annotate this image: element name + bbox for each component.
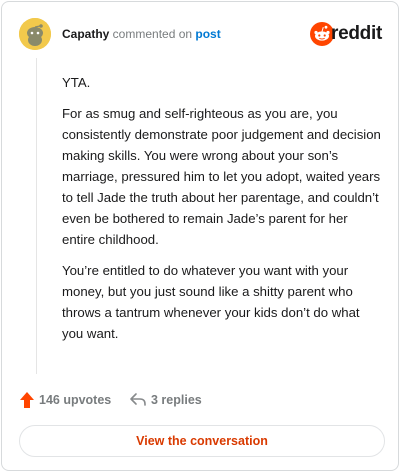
comment-paragraph: You’re entitled to do whatever you want … [62,263,360,341]
comment-paragraph: YTA. [62,75,91,90]
replies-button[interactable]: 3 replies [129,390,209,410]
upvote-count: 146 upvotes [39,393,112,407]
comment-card: Capathy commented on post reddit YTA. Fo… [1,1,399,471]
comment-header: Capathy commented on post reddit [16,16,384,52]
action-text: commented on [109,27,196,41]
upvote-button[interactable]: 146 upvotes [19,390,119,410]
brand-wordmark: reddit [331,23,382,44]
thread-line [36,58,37,374]
comment-body: YTA. For as smug and self-righteous as y… [62,72,382,354]
snoo-avatar-icon [19,18,51,50]
username[interactable]: Capathy [62,27,109,41]
upvote-arrow-icon [20,392,34,408]
comment-paragraph: For as smug and self-righteous as you ar… [62,106,381,247]
reply-arrow-icon [130,393,146,406]
comment-meta: Capathy commented on post [62,27,221,42]
avatar[interactable] [19,18,51,50]
view-conversation-button[interactable]: View the conversation [19,425,385,457]
post-link[interactable]: post [195,27,220,41]
replies-count: 3 replies [151,393,202,407]
